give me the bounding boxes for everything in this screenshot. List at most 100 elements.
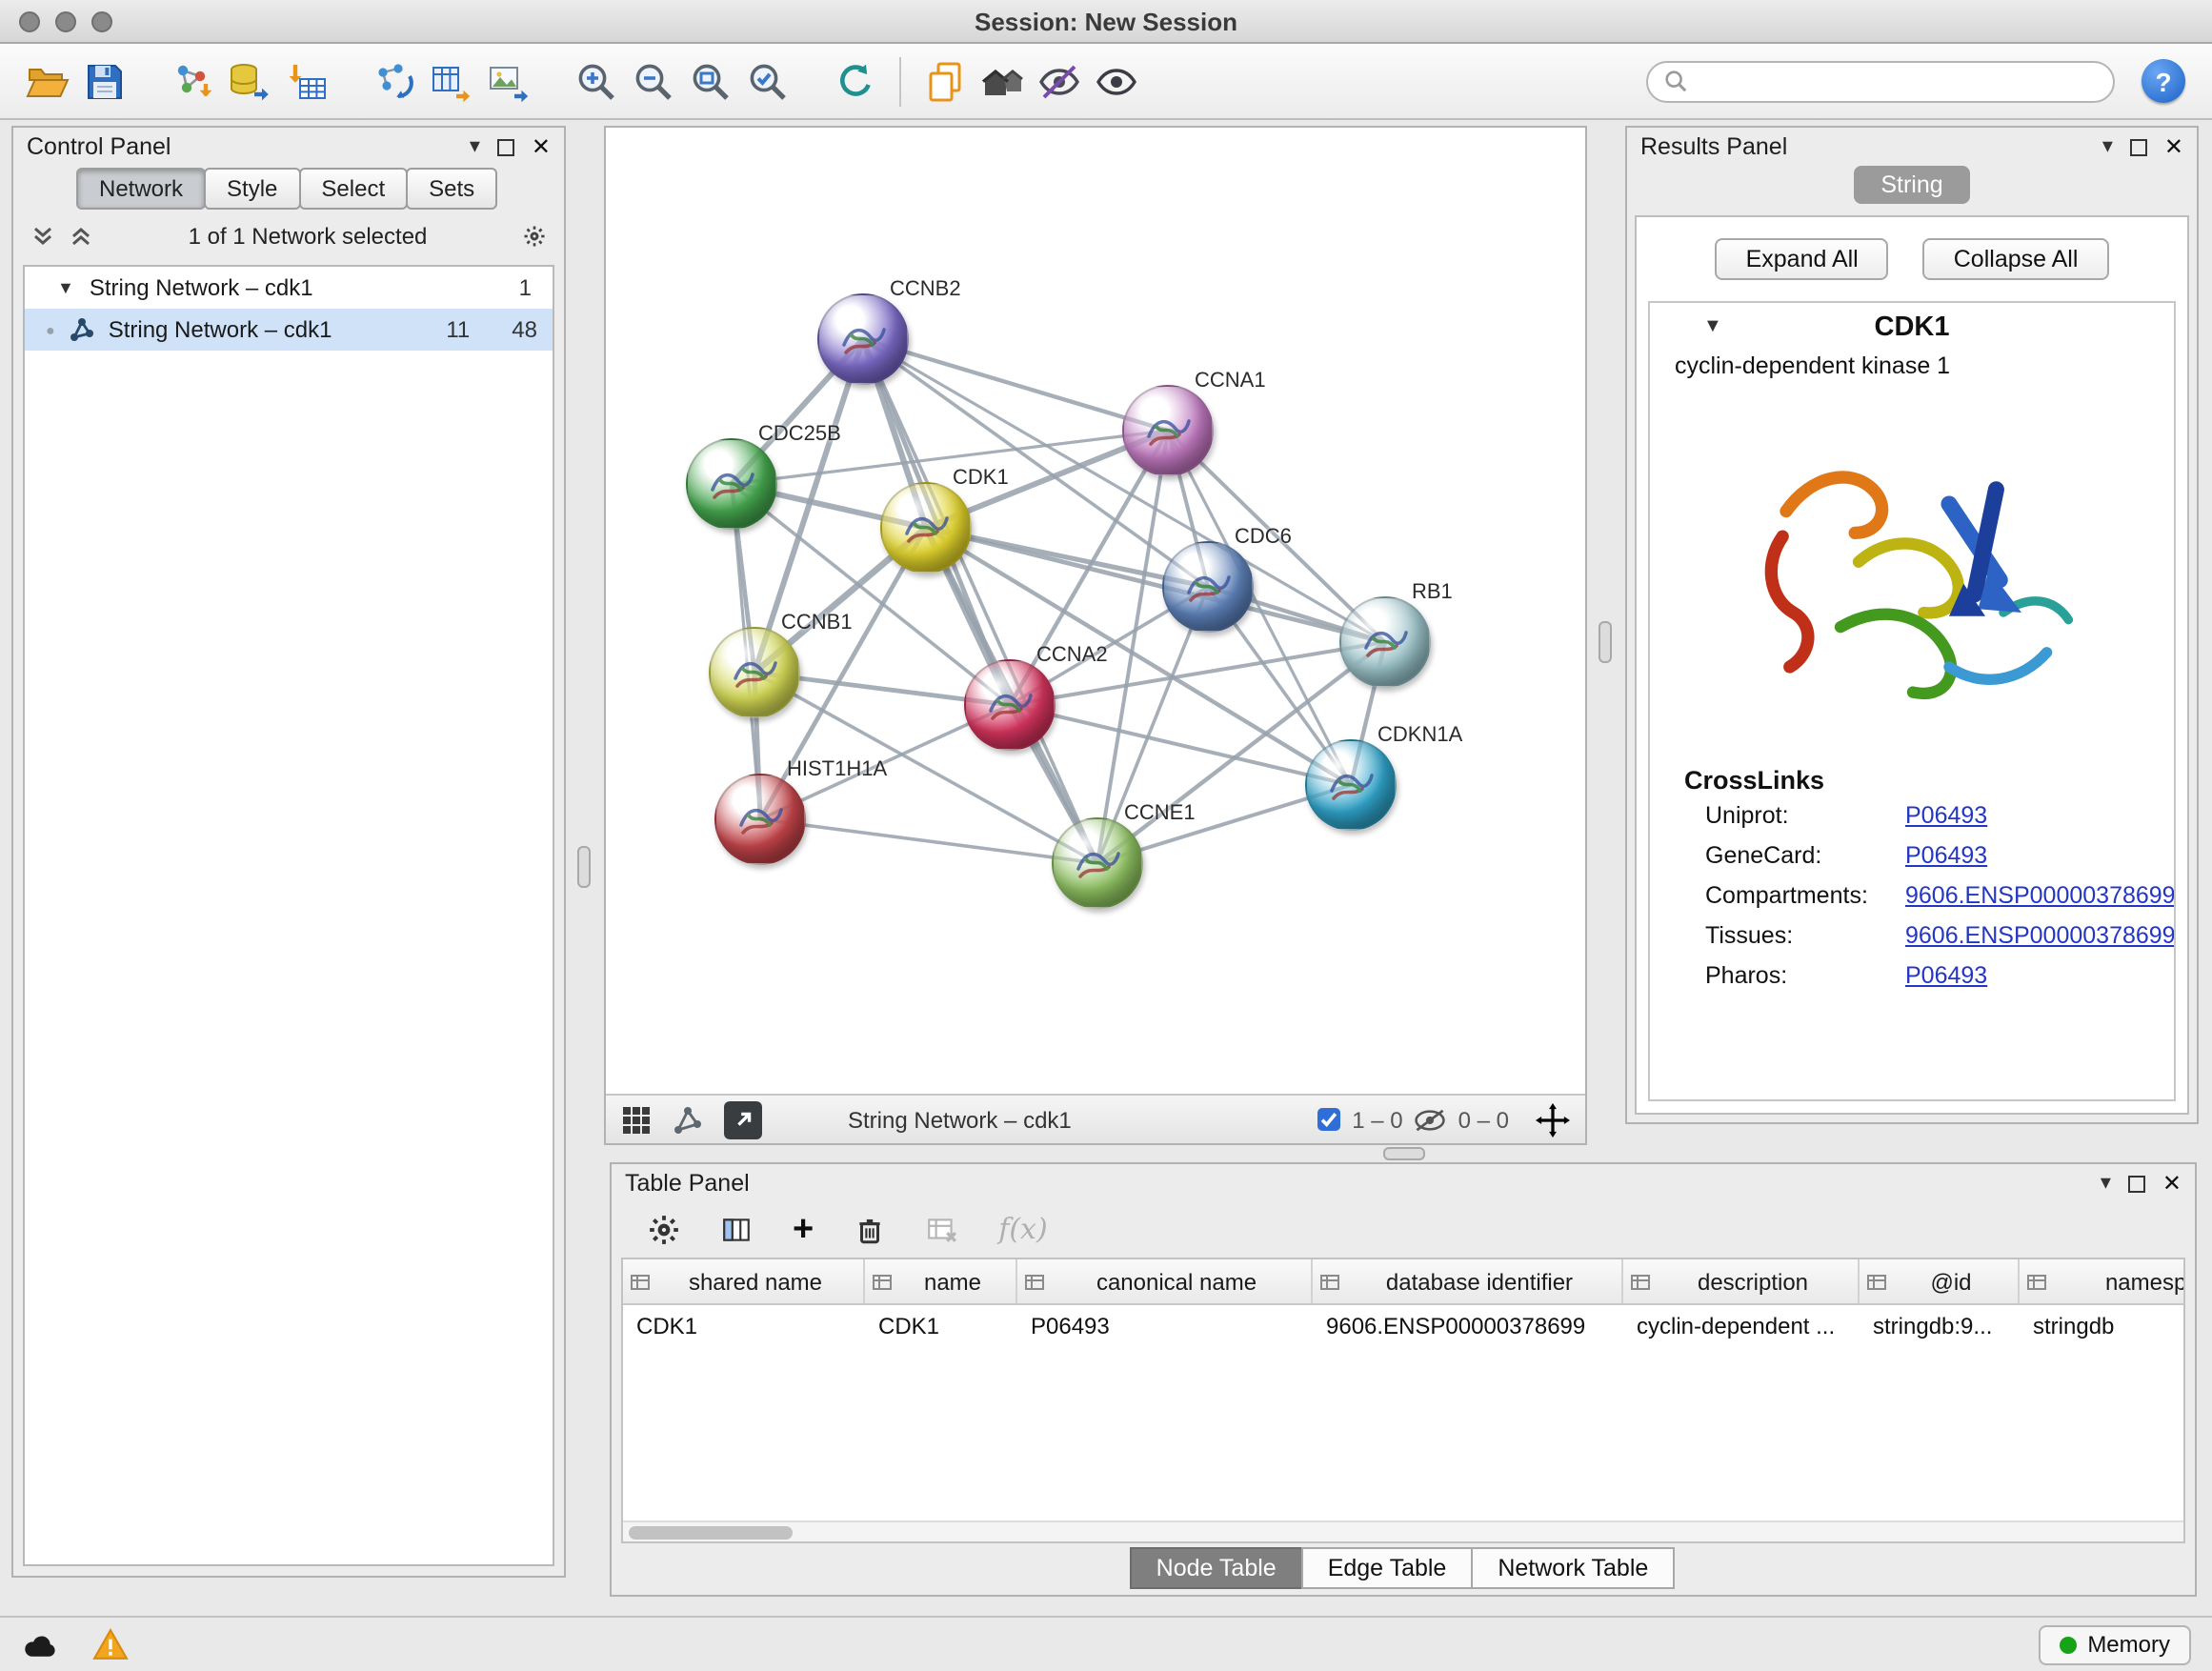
hide-selected-button[interactable] [1031, 52, 1088, 110]
network-node-ccna1[interactable] [1122, 385, 1214, 476]
tab-edge-table[interactable]: Edge Table [1301, 1547, 1474, 1589]
select-columns-icon[interactable] [720, 1213, 753, 1245]
warning-icon[interactable] [91, 1627, 130, 1661]
column-header--id[interactable]: @id [1860, 1259, 2020, 1303]
network-node-ccna2[interactable] [964, 659, 1056, 751]
network-node-cdc25b[interactable] [686, 438, 777, 530]
import-table-button[interactable] [278, 52, 335, 110]
delete-column-trash-icon[interactable] [854, 1213, 886, 1245]
close-window-button[interactable] [19, 11, 40, 32]
column-header-canonical-name[interactable]: canonical name [1017, 1259, 1313, 1303]
copy-button[interactable] [916, 52, 974, 110]
gear-icon[interactable] [648, 1213, 680, 1245]
export-table-button[interactable] [423, 52, 480, 110]
tab-sets[interactable]: Sets [406, 168, 497, 210]
import-network-file-button[interactable] [164, 52, 221, 110]
network-node-cdkn1a[interactable] [1305, 739, 1397, 831]
table-cell--id: stringdb:9... [1860, 1305, 2020, 1347]
network-canvas[interactable]: CCNB2CCNA1CDC25BCDK1CDC6RB1CCNB1CCNA2CDK… [606, 128, 1585, 1094]
crosslink-value-tissues-[interactable]: 9606.ENSP00000378699 [1905, 921, 2176, 948]
panel-menu-icon[interactable]: ▾ [470, 136, 480, 157]
network-edge[interactable] [760, 819, 1097, 863]
tab-style[interactable]: Style [204, 168, 300, 210]
open-in-window-button[interactable] [724, 1100, 762, 1138]
column-header-description[interactable]: description [1623, 1259, 1860, 1303]
search-box[interactable] [1646, 60, 2115, 102]
table-toolbar: + f(x) [612, 1202, 2195, 1256]
left-splitter-handle[interactable] [577, 846, 591, 888]
gear-icon[interactable] [522, 224, 547, 247]
collapse-all-button[interactable]: Collapse All [1923, 238, 2109, 280]
column-header-shared-name[interactable]: shared name [623, 1259, 865, 1303]
table-row[interactable]: CDK1CDK1P064939606.ENSP00000378699cyclin… [623, 1305, 2183, 1347]
network-collection-row[interactable]: ▼ String Network – cdk1 1 [25, 267, 553, 309]
tab-string[interactable]: String [1854, 166, 1969, 204]
save-session-button[interactable] [76, 52, 133, 110]
expand-all-button[interactable]: Expand All [1716, 238, 1889, 280]
panel-close-icon[interactable]: ✕ [2164, 135, 2183, 158]
network-row-selected[interactable]: ● String Network – cdk1 11 48 [25, 309, 553, 351]
birds-eye-view-icon[interactable] [621, 1104, 652, 1135]
import-network-database-button[interactable] [221, 52, 278, 110]
panel-close-icon[interactable]: ✕ [532, 135, 551, 158]
toolbar-separator [899, 56, 901, 106]
neighborhood-button[interactable] [974, 52, 1031, 110]
network-node-ccne1[interactable] [1052, 817, 1143, 909]
horizontal-splitter-handle[interactable] [1383, 1147, 1425, 1160]
section-disclosure-icon[interactable]: ▼ [1703, 316, 1722, 337]
tab-select[interactable]: Select [298, 168, 408, 210]
share-network-icon[interactable] [673, 1104, 703, 1135]
network-node-hist1h1a[interactable] [714, 774, 806, 865]
add-column-icon[interactable]: + [793, 1211, 814, 1247]
table-cell-name: CDK1 [865, 1305, 1017, 1347]
apply-layout-button[interactable] [827, 52, 884, 110]
column-header-name[interactable]: name [865, 1259, 1017, 1303]
panel-menu-icon[interactable]: ▾ [2102, 136, 2113, 157]
network-edge[interactable] [863, 339, 1168, 431]
help-button[interactable]: ? [2142, 59, 2185, 103]
panel-float-icon[interactable] [2128, 1175, 2145, 1192]
expand-all-icon[interactable] [69, 224, 93, 247]
show-all-button[interactable] [1088, 52, 1145, 110]
collapse-all-icon[interactable] [30, 224, 55, 247]
network-node-ccnb1[interactable] [709, 627, 800, 718]
crosslink-value-pharos-[interactable]: P06493 [1905, 961, 1987, 988]
zoom-in-button[interactable] [568, 52, 625, 110]
scrollbar-thumb[interactable] [629, 1526, 793, 1540]
network-edge[interactable] [926, 528, 1385, 642]
memory-button[interactable]: Memory [2038, 1624, 2191, 1664]
crosslink-value-compartments-[interactable]: 9606.ENSP00000378699 [1905, 881, 2176, 908]
selected-checkbox-icon[interactable] [1316, 1107, 1340, 1132]
new-network-from-selection-button[interactable] [366, 52, 423, 110]
table-horizontal-scrollbar[interactable] [623, 1520, 2183, 1541]
panel-menu-icon[interactable]: ▾ [2101, 1173, 2111, 1194]
column-header-database-identifier[interactable]: database identifier [1313, 1259, 1623, 1303]
zoom-window-button[interactable] [91, 11, 112, 32]
minimize-window-button[interactable] [55, 11, 76, 32]
zoom-selected-button[interactable] [739, 52, 796, 110]
crosslink-value-uniprot-[interactable]: P06493 [1905, 801, 1987, 828]
network-node-rb1[interactable] [1339, 596, 1431, 688]
search-input[interactable] [1699, 68, 2098, 94]
crosslink-value-genecard-[interactable]: P06493 [1905, 841, 1987, 868]
cloud-icon[interactable] [21, 1627, 59, 1661]
zoom-fit-button[interactable] [682, 52, 739, 110]
tab-node-table[interactable]: Node Table [1130, 1547, 1303, 1589]
open-session-button[interactable] [19, 52, 76, 110]
panel-close-icon[interactable]: ✕ [2162, 1172, 2182, 1195]
network-edge[interactable] [863, 339, 1097, 863]
export-image-button[interactable] [480, 52, 537, 110]
panel-float-icon[interactable] [2130, 138, 2147, 155]
network-node-cdk1[interactable] [880, 482, 972, 574]
tab-network[interactable]: Network [76, 168, 206, 210]
disclosure-triangle-icon[interactable]: ▼ [57, 278, 74, 297]
network-node-ccnb2[interactable] [817, 293, 909, 385]
pan-crosshair-icon[interactable] [1536, 1102, 1570, 1137]
network-node-cdc6[interactable] [1162, 541, 1254, 633]
zoom-out-button[interactable] [625, 52, 682, 110]
tab-network-table[interactable]: Network Table [1471, 1547, 1675, 1589]
column-header-namespace[interactable]: namespace [2020, 1259, 2185, 1303]
panel-float-icon[interactable] [497, 138, 514, 155]
hidden-eye-slash-icon[interactable] [1415, 1108, 1447, 1131]
right-splitter-handle[interactable] [1599, 621, 1612, 663]
